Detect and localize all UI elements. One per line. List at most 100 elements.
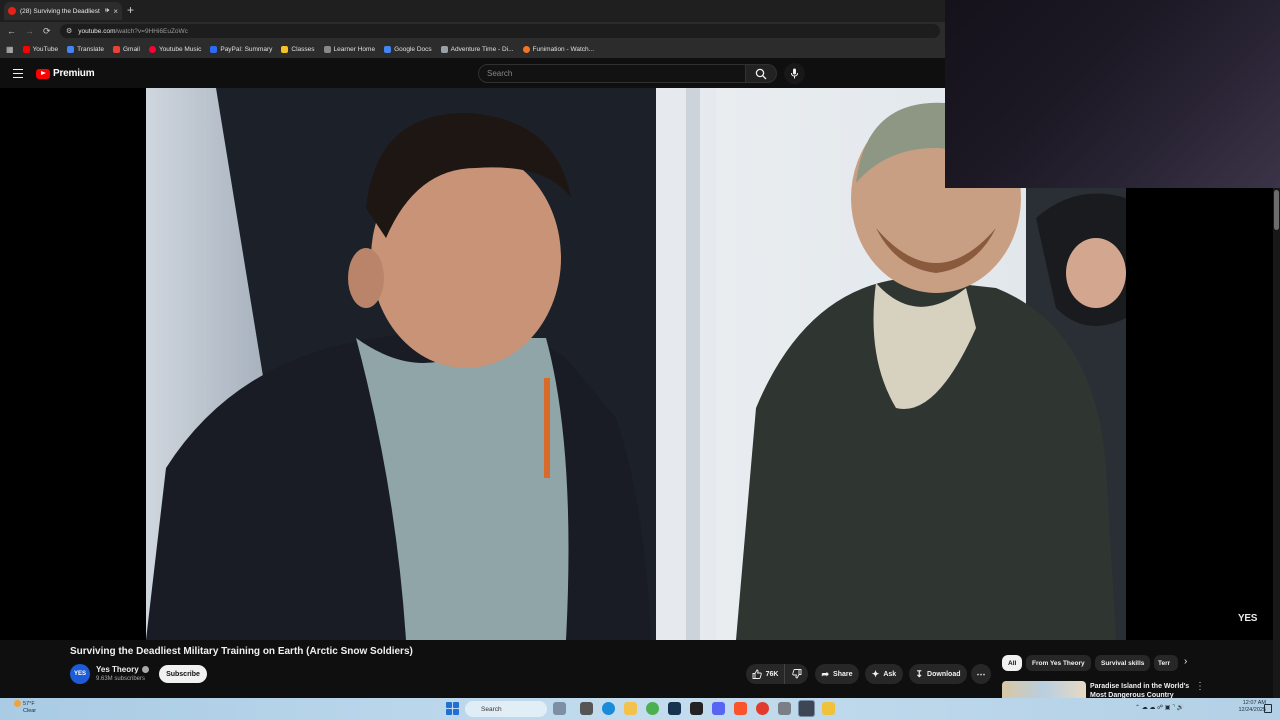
- more-vertical-icon[interactable]: ⋮: [1195, 681, 1205, 692]
- youtube-icon: [22, 45, 30, 53]
- steam-icon[interactable]: [668, 702, 681, 715]
- video-title: Surviving the Deadliest Military Trainin…: [70, 646, 413, 657]
- translate-icon: [67, 45, 75, 53]
- chip-all[interactable]: All: [1002, 655, 1023, 671]
- clock[interactable]: 12:07 AM 12/24/2025: [1226, 700, 1266, 714]
- bookmark-label: Classes: [291, 45, 315, 53]
- close-tab-icon[interactable]: ×: [113, 7, 118, 16]
- brave-icon[interactable]: [734, 702, 747, 715]
- chrome-icon[interactable]: [646, 702, 659, 715]
- channel-name-row[interactable]: Yes Theory: [96, 665, 149, 674]
- youtube-logo-icon: [36, 68, 50, 79]
- sun-icon: [14, 700, 21, 707]
- speaker-icon[interactable]: 🕪: [105, 7, 109, 15]
- channel-watermark[interactable]: YES: [1238, 613, 1257, 624]
- weather-widget[interactable]: 57°F Clear: [14, 700, 36, 715]
- youtube-music-icon: [148, 45, 156, 53]
- channel-avatar[interactable]: YES: [70, 664, 90, 684]
- menu-icon[interactable]: [13, 69, 23, 78]
- page-scrollbar[interactable]: [1273, 188, 1280, 698]
- paypal-icon: [210, 45, 218, 53]
- thumbs-down-icon: [791, 669, 801, 679]
- more-horizontal-icon: ⋯: [976, 668, 986, 679]
- learner-home-icon: [323, 45, 331, 53]
- taskbar-search[interactable]: Search: [465, 701, 547, 717]
- adventure-time-icon: [440, 45, 448, 53]
- search-button[interactable]: [745, 64, 777, 83]
- apps-grid-icon[interactable]: ▦: [6, 45, 14, 54]
- warning-icon[interactable]: [822, 702, 835, 715]
- thumbs-up-icon: [752, 669, 762, 679]
- bookmark-translate[interactable]: Translate: [67, 45, 104, 53]
- funimation-icon: [522, 45, 530, 53]
- bookmark-label: Gmail: [122, 45, 140, 53]
- browser-tab-active[interactable]: (28) Surviving the Deadliest 🕪 ×: [4, 2, 122, 20]
- task-view-icon[interactable]: [580, 702, 593, 715]
- bookmark-gmail[interactable]: Gmail: [112, 45, 140, 53]
- subscriber-count: 9.63M subscribers: [96, 676, 146, 682]
- weather-desc: Clear: [23, 707, 37, 714]
- bookmark-learner-home[interactable]: Learner Home: [323, 45, 375, 53]
- bookmark-label: Adventure Time - Di...: [450, 45, 514, 53]
- bookmark-label: Translate: [77, 45, 104, 53]
- youtube-premium-logo[interactable]: Premium: [36, 68, 95, 79]
- share-button[interactable]: ➦ Share: [815, 664, 859, 684]
- forward-arrow-icon[interactable]: →: [25, 25, 34, 37]
- ask-button[interactable]: ✦ Ask: [865, 664, 903, 684]
- chip-survival-skills[interactable]: Survival skills: [1095, 655, 1151, 671]
- subscribe-button[interactable]: Subscribe: [159, 665, 207, 683]
- bookmark-label: Funimation - Watch...: [532, 45, 595, 53]
- google-docs-icon: [384, 45, 392, 53]
- microphone-icon: [791, 68, 798, 79]
- system-tray[interactable]: ⌃ ☁ ☁ ☍ ▣ ⌝ 🔊: [1135, 704, 1184, 711]
- bookmark-google-docs[interactable]: Google Docs: [384, 45, 432, 53]
- scrollbar-thumb[interactable]: [1274, 190, 1279, 230]
- notification-icon[interactable]: [1264, 704, 1272, 713]
- chip-truncated[interactable]: Terr: [1154, 655, 1178, 671]
- search-icon: [755, 68, 767, 79]
- chevron-right-icon[interactable]: ›: [1184, 656, 1187, 667]
- back-arrow-icon[interactable]: ←: [7, 25, 16, 37]
- download-label: Download: [927, 670, 961, 678]
- webcam-overlay: [945, 0, 1280, 188]
- windows-start-icon[interactable]: [446, 702, 459, 715]
- game-app-icon[interactable]: [690, 702, 703, 715]
- ask-label: Ask: [883, 670, 897, 678]
- channel-name[interactable]: Yes Theory: [96, 665, 139, 674]
- bookmark-adventure-time[interactable]: Adventure Time - Di...: [440, 45, 514, 53]
- search-input[interactable]: Search: [478, 64, 746, 83]
- like-count: 76K: [765, 670, 779, 678]
- more-actions-button[interactable]: ⋯: [971, 664, 991, 684]
- bookmark-funimation[interactable]: Funimation - Watch...: [522, 45, 595, 53]
- edge-icon[interactable]: [602, 702, 615, 715]
- new-tab-button[interactable]: +: [127, 3, 134, 17]
- taskbar-app-icon[interactable]: [553, 702, 566, 715]
- url-host: youtube.com: [78, 27, 116, 35]
- discord-icon[interactable]: [712, 702, 725, 715]
- settings-gear-icon[interactable]: [778, 702, 791, 715]
- download-button[interactable]: ↧ Download: [909, 664, 967, 684]
- bookmark-label: Youtube Music: [158, 45, 202, 53]
- taskbar-search-label: Search: [481, 705, 502, 713]
- bookmark-youtube[interactable]: YouTube: [22, 45, 59, 53]
- tab-title: (28) Surviving the Deadliest: [20, 7, 100, 15]
- voice-search-button[interactable]: [784, 63, 805, 84]
- recommended-thumbnail[interactable]: [1002, 681, 1086, 698]
- file-explorer-icon[interactable]: [624, 702, 637, 715]
- share-icon: ➦: [821, 668, 830, 679]
- like-button[interactable]: 76K: [746, 664, 784, 684]
- youtube-favicon-icon: [8, 7, 16, 15]
- steam-active-icon[interactable]: [798, 700, 815, 717]
- url-bar[interactable]: ⚙ youtube.com/watch?v=9HHi6EuZoWc: [60, 24, 940, 38]
- chip-from-channel[interactable]: From Yes Theory: [1026, 655, 1091, 671]
- dislike-button[interactable]: [784, 664, 808, 684]
- app-icon-red[interactable]: [756, 702, 769, 715]
- bookmark-label: YouTube: [32, 45, 59, 53]
- logo-text: Premium: [53, 68, 95, 79]
- bookmark-classes[interactable]: Classes: [281, 45, 315, 53]
- bookmark-paypal[interactable]: PayPal: Summary: [210, 45, 272, 53]
- site-info-icon[interactable]: ⚙: [66, 27, 72, 35]
- share-label: Share: [833, 670, 853, 678]
- reload-icon[interactable]: ⟳: [43, 25, 51, 37]
- bookmark-youtube-music[interactable]: Youtube Music: [148, 45, 202, 53]
